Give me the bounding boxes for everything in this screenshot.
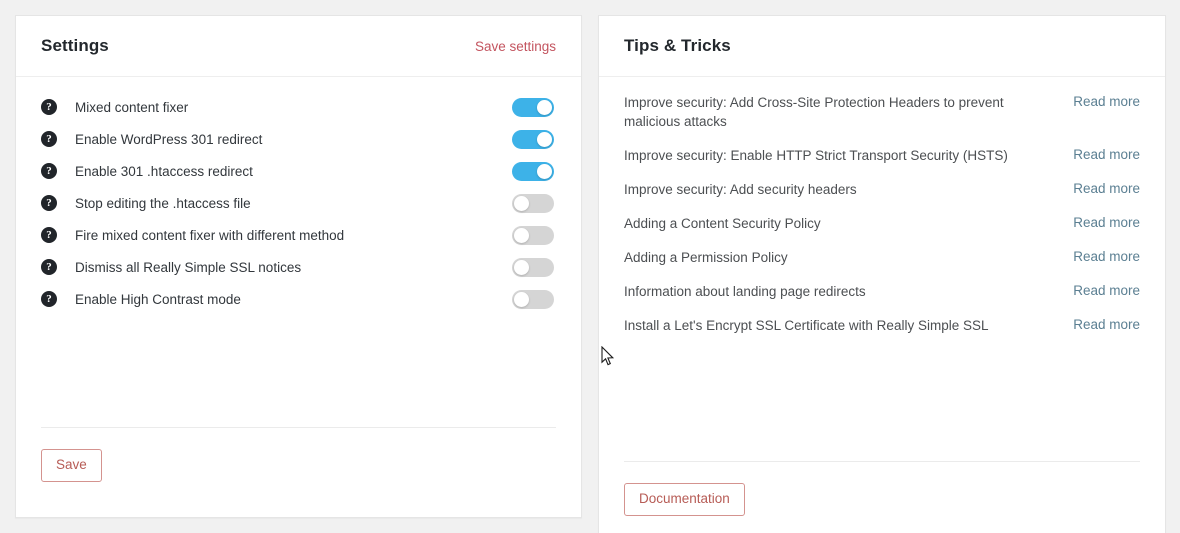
toggle-htaccess-301-redirect[interactable] [512, 161, 554, 181]
help-icon[interactable]: ? [41, 195, 57, 211]
setting-row-stop-editing-htaccess: ? Stop editing the .htaccess file [41, 187, 556, 219]
setting-label: Enable 301 .htaccess redirect [75, 163, 253, 179]
read-more-link[interactable]: Read more [1073, 248, 1140, 264]
read-more-link[interactable]: Read more [1073, 214, 1140, 230]
toggle-stop-editing-htaccess[interactable] [512, 193, 554, 213]
tips-and-tricks-panel: Tips & Tricks Improve security: Add Cros… [598, 15, 1166, 533]
documentation-button[interactable]: Documentation [624, 482, 745, 516]
save-button[interactable]: Save [41, 448, 102, 482]
tip-row: Improve security: Enable HTTP Strict Tra… [624, 146, 1140, 165]
page-root: Settings Save settings ? Mixed content f… [0, 0, 1180, 533]
setting-row-high-contrast-mode: ? Enable High Contrast mode [41, 283, 556, 315]
tip-text: Install a Let's Encrypt SSL Certificate … [624, 318, 989, 333]
setting-row-wordpress-301-redirect: ? Enable WordPress 301 redirect [41, 123, 556, 155]
settings-panel-header: Settings Save settings [16, 16, 581, 77]
setting-label: Stop editing the .htaccess file [75, 195, 251, 211]
setting-label: Enable High Contrast mode [75, 291, 241, 307]
toggle-mixed-content-fixer[interactable] [512, 97, 554, 117]
tip-row: Install a Let's Encrypt SSL Certificate … [624, 316, 1140, 335]
tip-text: Information about landing page redirects [624, 284, 866, 299]
toggle-knob [537, 131, 552, 147]
setting-row-dismiss-notices: ? Dismiss all Really Simple SSL notices [41, 251, 556, 283]
tip-row: Improve security: Add Cross-Site Protect… [624, 93, 1140, 131]
setting-row-fire-mixed-content-fixer: ? Fire mixed content fixer with differen… [41, 219, 556, 251]
help-icon[interactable]: ? [41, 163, 57, 179]
toggle-wordpress-301-redirect[interactable] [512, 129, 554, 149]
tip-text: Adding a Permission Policy [624, 250, 788, 265]
help-icon[interactable]: ? [41, 291, 57, 307]
help-icon[interactable]: ? [41, 131, 57, 147]
tip-text: Improve security: Enable HTTP Strict Tra… [624, 148, 1008, 163]
toggle-knob [514, 227, 529, 243]
setting-label: Enable WordPress 301 redirect [75, 131, 263, 147]
read-more-link[interactable]: Read more [1073, 93, 1140, 109]
save-settings-link[interactable]: Save settings [475, 39, 556, 54]
tips-panel-title: Tips & Tricks [624, 36, 731, 55]
tip-row: Adding a Permission Policy Read more [624, 248, 1140, 267]
read-more-link[interactable]: Read more [1073, 282, 1140, 298]
tip-row: Adding a Content Security Policy Read mo… [624, 214, 1140, 233]
help-icon[interactable]: ? [41, 259, 57, 275]
help-icon[interactable]: ? [41, 227, 57, 243]
setting-row-mixed-content-fixer: ? Mixed content fixer [41, 91, 556, 123]
tips-panel-header: Tips & Tricks [599, 16, 1165, 77]
divider [41, 426, 556, 428]
setting-label: Dismiss all Really Simple SSL notices [75, 259, 302, 275]
setting-label: Mixed content fixer [75, 99, 189, 115]
toggle-knob [537, 99, 552, 115]
toggle-knob [537, 163, 552, 179]
settings-panel-footer: Save [41, 426, 556, 482]
tips-panel-footer: Documentation [624, 460, 1140, 516]
help-icon[interactable]: ? [41, 99, 57, 115]
setting-row-htaccess-301-redirect: ? Enable 301 .htaccess redirect [41, 155, 556, 187]
setting-label: Fire mixed content fixer with different … [75, 227, 345, 243]
tips-list: Improve security: Add Cross-Site Protect… [599, 77, 1165, 335]
tip-text: Adding a Content Security Policy [624, 216, 821, 231]
toggle-knob [514, 259, 529, 275]
settings-list: ? Mixed content fixer ? Enable WordPress… [16, 77, 581, 315]
tip-row: Information about landing page redirects… [624, 282, 1140, 301]
read-more-link[interactable]: Read more [1073, 146, 1140, 162]
read-more-link[interactable]: Read more [1073, 180, 1140, 196]
read-more-link[interactable]: Read more [1073, 316, 1140, 332]
page-title: Settings [41, 36, 109, 55]
toggle-fire-mixed-content-fixer[interactable] [512, 225, 554, 245]
toggle-high-contrast-mode[interactable] [512, 289, 554, 309]
toggle-dismiss-notices[interactable] [512, 257, 554, 277]
tip-row: Improve security: Add security headers R… [624, 180, 1140, 199]
tip-text: Improve security: Add Cross-Site Protect… [624, 95, 1004, 129]
tip-text: Improve security: Add security headers [624, 182, 857, 197]
toggle-knob [514, 291, 529, 307]
divider [624, 460, 1140, 462]
settings-panel: Settings Save settings ? Mixed content f… [15, 15, 582, 518]
toggle-knob [514, 195, 529, 211]
